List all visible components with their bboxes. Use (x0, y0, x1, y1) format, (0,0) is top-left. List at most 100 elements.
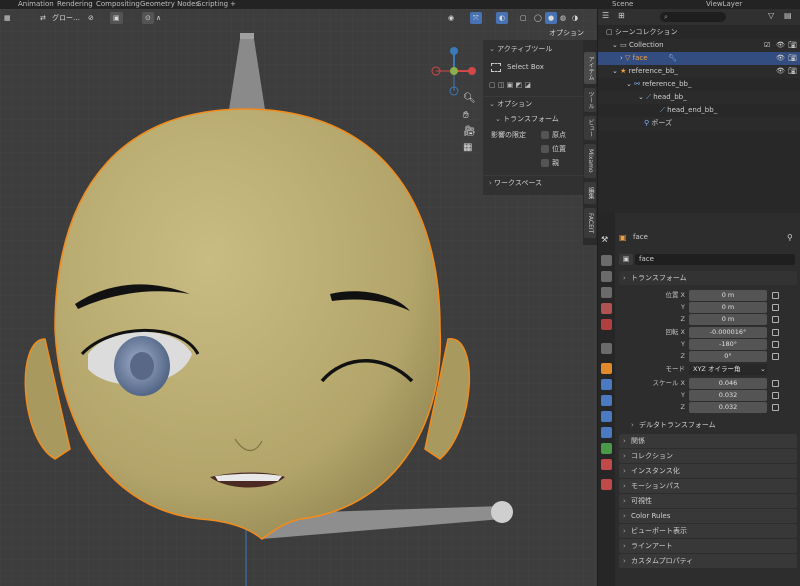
constraints-tab-icon[interactable] (601, 427, 612, 438)
selection-mode-buttons[interactable]: ▢ ◫ ▣ ◩ ◪ (483, 78, 583, 92)
tab-animation[interactable]: Animation (18, 0, 54, 9)
rotation-y-field[interactable]: -180° (689, 339, 767, 350)
location-y-field[interactable]: 0 m (689, 302, 767, 313)
view-layer-tab-icon[interactable] (601, 287, 612, 298)
outliner-row-scene-collection[interactable]: ▢ シーンコレクション (598, 26, 800, 39)
scale-x-field[interactable]: 0.046 (689, 378, 767, 389)
wireframe-shading-icon[interactable]: ◯ (534, 12, 542, 24)
scale-z-field[interactable]: 0.032 (689, 402, 767, 413)
falloff-icon[interactable]: ∧ (156, 12, 161, 24)
editor-type-icon[interactable]: ▦ (4, 12, 11, 24)
line-art-panel[interactable]: ラインアート (619, 539, 797, 553)
material-shading-icon[interactable]: ◍ (560, 12, 566, 24)
visibility-eye-icon[interactable]: 👁︎ (776, 39, 785, 52)
object-datablock-icon[interactable]: ▣ (619, 254, 633, 265)
workspace-section[interactable]: › ワークスペース (483, 175, 583, 189)
collapse-icon[interactable]: ⌄ (612, 67, 620, 75)
tab-geometry-nodes[interactable]: Geometry Nodes (140, 0, 199, 9)
modifier-tab-icon[interactable] (601, 379, 612, 390)
texture-tab-icon[interactable] (601, 479, 612, 490)
lock-icon[interactable] (772, 404, 779, 411)
particles-tab-icon[interactable] (601, 395, 612, 406)
snap-icon[interactable]: ▣ (110, 12, 123, 24)
camera-icon[interactable]: 🎥︎ (463, 126, 476, 137)
options-menu[interactable]: オプション (549, 27, 584, 39)
outliner-row-reference-bb[interactable]: ⌄ ★ reference_bb_ 👁︎ 📷︎ (598, 65, 800, 78)
display-mode-icon[interactable]: ⊞ (618, 11, 625, 20)
outliner-row-face[interactable]: › ▽ face 🔧︎ 👁︎ 📷︎ (598, 52, 800, 65)
outliner-row-armature-data[interactable]: ⌄ ⚯ reference_bb_ (598, 78, 800, 91)
lock-icon[interactable] (772, 304, 779, 311)
pivot-icon[interactable]: ⊘ (88, 12, 94, 24)
viewport-display-panel[interactable]: ビューポート表示 (619, 524, 797, 538)
lock-icon[interactable] (772, 353, 779, 360)
tab-faceit[interactable]: FACEIT (584, 208, 596, 238)
transform-orientation-select[interactable]: グロー… (52, 12, 80, 24)
object-tab-icon[interactable] (601, 363, 612, 374)
solid-shading-icon[interactable]: ● (545, 12, 558, 24)
visibility-panel[interactable]: 可視性 (619, 494, 797, 508)
physics-tab-icon[interactable] (601, 411, 612, 422)
select-box-tool[interactable]: Select Box (483, 60, 583, 74)
lock-icon[interactable] (772, 341, 779, 348)
tab-compositing[interactable]: Compositing (96, 0, 140, 9)
scene-selector[interactable]: Scene (612, 0, 633, 9)
render-camera-icon[interactable]: 📷︎ (788, 65, 797, 78)
outliner-row-head-bb[interactable]: ⌄ ⟋ head_bb_ (598, 91, 800, 104)
collapse-icon[interactable]: ⌄ (489, 45, 497, 53)
lock-icon[interactable] (772, 316, 779, 323)
filter-icon[interactable]: ▽ (768, 11, 774, 20)
tool-tab-icon[interactable]: ⚒ (601, 235, 612, 246)
xray-icon[interactable]: ▢ (520, 12, 527, 24)
rotation-mode-select[interactable]: XYZ オイラー角 (689, 364, 767, 375)
pan-hand-icon[interactable]: ✋︎ (463, 110, 469, 121)
outliner-row-pose[interactable]: ⚲ ポーズ (598, 117, 800, 130)
motion-paths-panel[interactable]: モーションパス (619, 479, 797, 493)
render-shading-icon[interactable]: ◑ (572, 12, 578, 24)
origin-checkbox[interactable] (541, 131, 549, 139)
tab-item[interactable]: アイテム (584, 52, 596, 84)
exclude-checkbox[interactable]: ☑ (764, 39, 770, 52)
collapse-icon[interactable]: ⌄ (489, 100, 497, 108)
proportional-edit-icon[interactable]: ⊙ (142, 12, 154, 24)
location-checkbox[interactable] (541, 145, 549, 153)
tab-mixamo[interactable]: Mixamo (584, 144, 596, 178)
collapse-icon[interactable]: ⌄ (626, 80, 634, 88)
pin-icon[interactable]: ⚲ (787, 233, 793, 242)
parent-checkbox[interactable] (541, 159, 549, 167)
collections-panel[interactable]: コレクション (619, 449, 797, 463)
collection-tab-icon[interactable] (601, 343, 612, 354)
lock-icon[interactable] (772, 380, 779, 387)
perspective-grid-icon[interactable]: ▦ (463, 142, 472, 153)
custom-properties-panel[interactable]: カスタムプロパティ (619, 554, 797, 568)
lock-icon[interactable] (772, 392, 779, 399)
tab-scripting[interactable]: Scripting (197, 0, 228, 9)
overlay-toggle-icon[interactable]: ◐ (496, 12, 509, 24)
new-collection-icon[interactable]: ▤ (784, 11, 792, 20)
scene-tab-icon[interactable] (601, 303, 612, 314)
collapse-icon[interactable]: ⌄ (612, 41, 620, 49)
collapse-icon[interactable]: ⌄ (638, 93, 646, 101)
outliner-search-input[interactable]: ⌕ (660, 12, 726, 22)
zoom-icon[interactable]: 🔍︎ (463, 93, 476, 104)
object-name-field[interactable]: face (635, 254, 795, 265)
gizmo-toggle-icon[interactable]: ⤧ (470, 12, 482, 24)
tab-edit[interactable]: 編集 (584, 182, 596, 204)
view-layer-selector[interactable]: ViewLayer (706, 0, 742, 9)
scale-y-field[interactable]: 0.032 (689, 390, 767, 401)
render-camera-icon[interactable]: 📷︎ (788, 39, 797, 52)
outliner-row-head-end-bb[interactable]: ⟋ head_end_bb_ (598, 104, 800, 117)
output-tab-icon[interactable] (601, 271, 612, 282)
add-workspace-button[interactable]: + (230, 0, 236, 9)
visibility-eye-icon[interactable]: 👁︎ (776, 52, 785, 65)
transform-panel-header[interactable]: トランスフォーム (619, 271, 797, 285)
world-tab-icon[interactable] (601, 319, 612, 330)
location-z-field[interactable]: 0 m (689, 314, 767, 325)
instancing-panel[interactable]: インスタンス化 (619, 464, 797, 478)
rotation-x-field[interactable]: -0.000016° (689, 327, 767, 338)
outliner-type-icon[interactable]: ☰ (602, 11, 609, 20)
render-camera-icon[interactable]: 📷︎ (788, 52, 797, 65)
3d-viewport[interactable]: ▦ ⇄ グロー… ⊘ ▣ ⊙ ∧ ◉ ⤧ ◐ ▢ ◯ ● ◍ ◑ オプション 🔍… (0, 9, 597, 586)
transform-orientation-icon[interactable]: ⇄ (40, 12, 46, 24)
collapse-icon[interactable]: ⌄ (495, 115, 503, 123)
